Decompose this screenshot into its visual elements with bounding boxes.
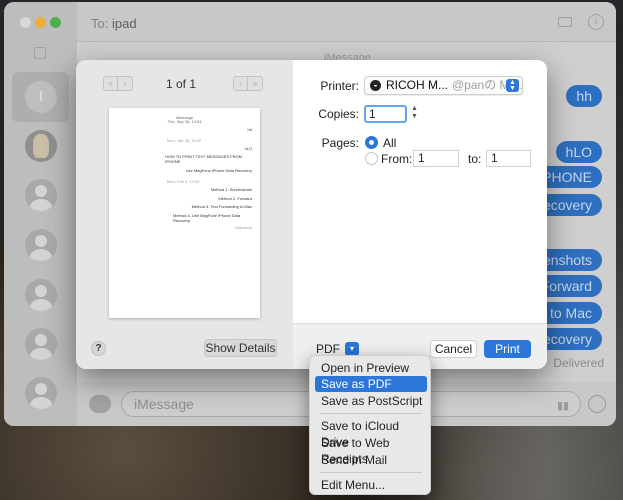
video-call-icon[interactable] bbox=[558, 17, 572, 27]
copies-input[interactable]: 1 bbox=[364, 105, 407, 123]
compose-icon[interactable] bbox=[34, 47, 46, 59]
preview-forward-nav: › » bbox=[233, 76, 263, 92]
page-indicator: 1 of 1 bbox=[166, 77, 197, 91]
emoji-icon[interactable] bbox=[588, 395, 606, 413]
contact-avatar[interactable] bbox=[25, 279, 57, 311]
show-details-button[interactable]: Show Details bbox=[204, 339, 277, 357]
info-icon[interactable]: i bbox=[588, 14, 604, 30]
pdf-label: PDF bbox=[316, 342, 340, 356]
menu-item-open-in-preview[interactable]: Open in Preview bbox=[315, 360, 427, 376]
pages-to-label: to: bbox=[468, 152, 482, 166]
contact-avatar[interactable] bbox=[25, 179, 57, 211]
printer-select[interactable]: ◒ RICOH M... @panの Ma... ▲ ▼ bbox=[364, 76, 523, 95]
preview-message: hh bbox=[247, 127, 252, 132]
message-bubble[interactable]: hh bbox=[566, 85, 602, 107]
preview-date: Mon, Jan 26, 10:32 bbox=[167, 138, 202, 143]
preview-delivered: Delivered bbox=[235, 225, 252, 230]
print-preview-pane: « ‹ 1 of 1 › » iMessage Thu, Sep 16, 12:… bbox=[76, 60, 293, 369]
menu-item-save-as-pdf[interactable]: Save as PDF bbox=[315, 376, 427, 392]
copies-label: Copies: bbox=[318, 107, 359, 121]
preview-message: Use MagFone iPhone Data Recovery bbox=[185, 168, 252, 173]
print-settings-pane: Printer: ◒ RICOH M... @panの Ma... ▲ ▼ Copi… bbox=[293, 60, 547, 323]
chevron-down-icon: ▾ bbox=[345, 342, 359, 356]
printer-name: RICOH M... bbox=[386, 78, 448, 92]
close-window-button[interactable] bbox=[20, 17, 31, 28]
contact-avatar[interactable] bbox=[25, 229, 57, 261]
help-button[interactable]: ? bbox=[91, 341, 106, 356]
menu-separator bbox=[320, 413, 422, 414]
minimize-window-button[interactable] bbox=[35, 17, 46, 28]
pages-range-radio[interactable] bbox=[365, 152, 378, 165]
message-bubble[interactable]: hLO bbox=[555, 141, 602, 163]
copies-stepper[interactable]: ▲ ▼ bbox=[410, 105, 419, 123]
pages-from-input[interactable]: 1 bbox=[413, 150, 459, 167]
preview-message: Recovery bbox=[173, 218, 190, 223]
conversation-sidebar: I bbox=[4, 2, 77, 426]
pages-from-label: From: bbox=[381, 152, 413, 166]
pages-label: Pages: bbox=[321, 136, 359, 150]
first-page-button[interactable]: « bbox=[103, 76, 118, 91]
preview-message: Method 1. Screenshots bbox=[210, 187, 252, 192]
previous-page-button[interactable]: ‹ bbox=[118, 76, 133, 91]
next-page-button[interactable]: › bbox=[233, 76, 248, 91]
menu-item-save-to-web-receipts[interactable]: Save to Web Receipts bbox=[315, 435, 427, 466]
contact-initial: I bbox=[38, 88, 44, 105]
conversation-header: To: ipad i bbox=[77, 2, 616, 42]
printer-label: Printer: bbox=[320, 79, 359, 93]
recipient-field[interactable]: To: ipad bbox=[91, 16, 137, 31]
printer-icon: ◒ bbox=[370, 80, 381, 91]
contact-avatar[interactable] bbox=[25, 377, 57, 409]
zoom-window-button[interactable] bbox=[50, 17, 61, 28]
preview-date: Mon, Feb 2, 17:53 bbox=[167, 179, 200, 184]
preview-back-nav: « ‹ bbox=[103, 76, 133, 92]
recipient-name: ipad bbox=[111, 16, 137, 31]
preview-message: IPHONE bbox=[165, 159, 181, 164]
menu-separator bbox=[320, 472, 422, 473]
preview-header-date: Thu, Sep 16, 12:04 bbox=[167, 119, 202, 124]
preview-page-thumbnail: iMessage Thu, Sep 16, 12:04 hh Mon, Jan … bbox=[109, 108, 260, 318]
contact-avatar[interactable] bbox=[25, 130, 57, 162]
menu-item-save-to-icloud[interactable]: Save to iCloud Drive bbox=[315, 418, 427, 449]
menu-item-send-in-mail[interactable]: Send in Mail bbox=[315, 452, 427, 468]
preview-message: Method 2. Forward bbox=[218, 196, 252, 201]
contact-avatar[interactable] bbox=[25, 328, 57, 360]
pages-all-radio[interactable] bbox=[365, 136, 378, 149]
menu-item-edit-menu[interactable]: Edit Menu... bbox=[315, 477, 427, 493]
contact-avatar[interactable]: I bbox=[25, 81, 57, 113]
pages-all-label: All bbox=[383, 136, 397, 150]
preview-message: hLO bbox=[244, 146, 252, 151]
chevron-updown-icon: ▲ ▼ bbox=[506, 79, 519, 92]
apps-button[interactable] bbox=[89, 395, 111, 413]
delivered-status: Delivered bbox=[553, 356, 604, 370]
preview-message: Method 3. Text Forwarding to Mac bbox=[191, 204, 252, 209]
cancel-button[interactable]: Cancel bbox=[430, 340, 477, 358]
pdf-dropdown-menu: Open in Preview Save as PDF Save as Post… bbox=[309, 355, 431, 495]
print-button[interactable]: Print bbox=[484, 340, 531, 358]
pages-to-input[interactable]: 1 bbox=[486, 150, 531, 167]
menu-item-save-as-postscript[interactable]: Save as PostScript bbox=[315, 393, 427, 409]
last-page-button[interactable]: » bbox=[248, 76, 263, 91]
audio-waveform-icon[interactable]: ▮▮ bbox=[557, 399, 569, 412]
print-dialog: « ‹ 1 of 1 › » iMessage Thu, Sep 16, 12:… bbox=[76, 60, 547, 369]
